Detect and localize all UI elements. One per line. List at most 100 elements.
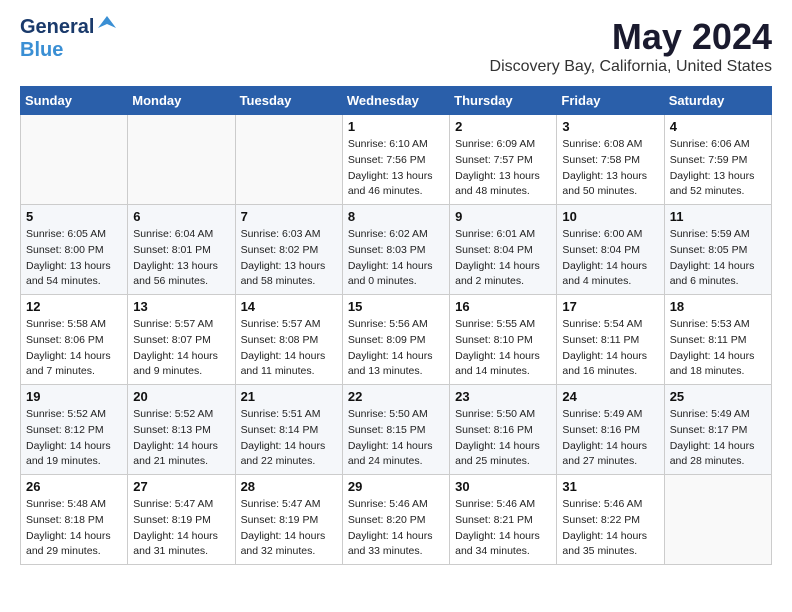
day-info: Sunrise: 5:53 AMSunset: 8:11 PMDaylight:… [670,317,766,380]
day-info: Sunrise: 6:05 AMSunset: 8:00 PMDaylight:… [26,227,122,290]
calendar-cell: 16 Sunrise: 5:55 AMSunset: 8:10 PMDayligh… [450,295,557,385]
calendar-cell: 22 Sunrise: 5:50 AMSunset: 8:15 PMDayligh… [342,385,449,475]
calendar-table: SundayMondayTuesdayWednesdayThursdayFrid… [20,86,772,565]
day-info: Sunrise: 5:55 AMSunset: 8:10 PMDaylight:… [455,317,551,380]
day-info: Sunrise: 5:50 AMSunset: 8:16 PMDaylight:… [455,407,551,470]
day-number: 3 [562,119,658,134]
day-number: 21 [241,389,337,404]
location-title: Discovery Bay, California, United States [490,58,772,76]
day-info: Sunrise: 6:10 AMSunset: 7:56 PMDaylight:… [348,137,444,200]
calendar-cell: 10Sunrise: 6:00 AMSunset: 8:04 PMDayligh… [557,205,664,295]
day-info: Sunrise: 6:03 AMSunset: 8:02 PMDaylight:… [241,227,337,290]
calendar-cell [21,115,128,205]
day-number: 1 [348,119,444,134]
day-info: Sunrise: 5:47 AMSunset: 8:19 PMDaylight:… [133,497,229,560]
logo-bird-icon [96,14,118,36]
weekday-header-row: SundayMondayTuesdayWednesdayThursdayFrid… [21,87,772,115]
day-info: Sunrise: 5:59 AMSunset: 8:05 PMDaylight:… [670,227,766,290]
weekday-header-wednesday: Wednesday [342,87,449,115]
day-number: 20 [133,389,229,404]
calendar-cell [664,475,771,565]
calendar-cell: 17Sunrise: 5:54 AMSunset: 8:11 PMDayligh… [557,295,664,385]
day-info: Sunrise: 5:48 AMSunset: 8:18 PMDaylight:… [26,497,122,560]
calendar-body: 1 Sunrise: 6:10 AMSunset: 7:56 PMDaylight… [21,115,772,565]
week-row-2: 5 Sunrise: 6:05 AMSunset: 8:00 PMDaylight… [21,205,772,295]
day-info: Sunrise: 5:57 AMSunset: 8:07 PMDaylight:… [133,317,229,380]
weekday-header-sunday: Sunday [21,87,128,115]
day-number: 31 [562,479,658,494]
day-info: Sunrise: 6:01 AMSunset: 8:04 PMDaylight:… [455,227,551,290]
day-number: 6 [133,209,229,224]
day-number: 5 [26,209,122,224]
day-number: 14 [241,299,337,314]
calendar-cell: 27 Sunrise: 5:47 AMSunset: 8:19 PMDayligh… [128,475,235,565]
calendar-cell: 14 Sunrise: 5:57 AMSunset: 8:08 PMDayligh… [235,295,342,385]
day-number: 16 [455,299,551,314]
day-number: 22 [348,389,444,404]
day-info: Sunrise: 5:54 AMSunset: 8:11 PMDaylight:… [562,317,658,380]
day-info: Sunrise: 5:46 AMSunset: 8:22 PMDaylight:… [562,497,658,560]
day-number: 8 [348,209,444,224]
day-info: Sunrise: 5:52 AMSunset: 8:13 PMDaylight:… [133,407,229,470]
calendar-cell: 26 Sunrise: 5:48 AMSunset: 8:18 PMDayligh… [21,475,128,565]
calendar-cell [235,115,342,205]
calendar-cell: 15 Sunrise: 5:56 AMSunset: 8:09 PMDayligh… [342,295,449,385]
calendar-cell: 25 Sunrise: 5:49 AMSunset: 8:17 PMDayligh… [664,385,771,475]
calendar-cell: 11Sunrise: 5:59 AMSunset: 8:05 PMDayligh… [664,205,771,295]
day-info: Sunrise: 6:04 AMSunset: 8:01 PMDaylight:… [133,227,229,290]
day-number: 30 [455,479,551,494]
day-number: 13 [133,299,229,314]
calendar-cell: 23 Sunrise: 5:50 AMSunset: 8:16 PMDayligh… [450,385,557,475]
day-info: Sunrise: 6:09 AMSunset: 7:57 PMDaylight:… [455,137,551,200]
calendar-cell: 24 Sunrise: 5:49 AMSunset: 8:16 PMDayligh… [557,385,664,475]
calendar-cell: 21Sunrise: 5:51 AMSunset: 8:14 PMDayligh… [235,385,342,475]
calendar-cell [128,115,235,205]
day-info: Sunrise: 5:46 AMSunset: 8:20 PMDaylight:… [348,497,444,560]
day-info: Sunrise: 5:50 AMSunset: 8:15 PMDaylight:… [348,407,444,470]
day-number: 28 [241,479,337,494]
day-number: 2 [455,119,551,134]
day-info: Sunrise: 6:02 AMSunset: 8:03 PMDaylight:… [348,227,444,290]
week-row-5: 26 Sunrise: 5:48 AMSunset: 8:18 PMDayligh… [21,475,772,565]
day-number: 9 [455,209,551,224]
weekday-header-monday: Monday [128,87,235,115]
calendar-cell: 13 Sunrise: 5:57 AMSunset: 8:07 PMDayligh… [128,295,235,385]
day-number: 12 [26,299,122,314]
day-info: Sunrise: 5:56 AMSunset: 8:09 PMDaylight:… [348,317,444,380]
day-info: Sunrise: 5:52 AMSunset: 8:12 PMDaylight:… [26,407,122,470]
day-info: Sunrise: 5:49 AMSunset: 8:17 PMDaylight:… [670,407,766,470]
weekday-header-tuesday: Tuesday [235,87,342,115]
day-number: 18 [670,299,766,314]
weekday-header-friday: Friday [557,87,664,115]
day-number: 27 [133,479,229,494]
week-row-3: 12 Sunrise: 5:58 AMSunset: 8:06 PMDayligh… [21,295,772,385]
day-info: Sunrise: 5:47 AMSunset: 8:19 PMDaylight:… [241,497,337,560]
calendar-cell: 9 Sunrise: 6:01 AMSunset: 8:04 PMDaylight… [450,205,557,295]
day-info: Sunrise: 5:58 AMSunset: 8:06 PMDaylight:… [26,317,122,380]
calendar-cell: 20 Sunrise: 5:52 AMSunset: 8:13 PMDayligh… [128,385,235,475]
day-number: 25 [670,389,766,404]
day-info: Sunrise: 6:08 AMSunset: 7:58 PMDaylight:… [562,137,658,200]
calendar-cell: 19 Sunrise: 5:52 AMSunset: 8:12 PMDayligh… [21,385,128,475]
day-info: Sunrise: 5:46 AMSunset: 8:21 PMDaylight:… [455,497,551,560]
week-row-4: 19 Sunrise: 5:52 AMSunset: 8:12 PMDayligh… [21,385,772,475]
weekday-header-saturday: Saturday [664,87,771,115]
calendar-cell: 2 Sunrise: 6:09 AMSunset: 7:57 PMDaylight… [450,115,557,205]
day-info: Sunrise: 5:57 AMSunset: 8:08 PMDaylight:… [241,317,337,380]
week-row-1: 1 Sunrise: 6:10 AMSunset: 7:56 PMDaylight… [21,115,772,205]
day-number: 29 [348,479,444,494]
day-info: Sunrise: 5:49 AMSunset: 8:16 PMDaylight:… [562,407,658,470]
day-number: 24 [562,389,658,404]
calendar-cell: 4Sunrise: 6:06 AMSunset: 7:59 PMDaylight… [664,115,771,205]
day-info: Sunrise: 6:06 AMSunset: 7:59 PMDaylight:… [670,137,766,200]
calendar-cell: 6 Sunrise: 6:04 AMSunset: 8:01 PMDaylight… [128,205,235,295]
calendar-cell: 8 Sunrise: 6:02 AMSunset: 8:03 PMDaylight… [342,205,449,295]
day-number: 26 [26,479,122,494]
day-number: 19 [26,389,122,404]
day-number: 7 [241,209,337,224]
logo-general: General [20,16,94,39]
day-number: 15 [348,299,444,314]
calendar-cell: 28 Sunrise: 5:47 AMSunset: 8:19 PMDayligh… [235,475,342,565]
calendar-cell: 31 Sunrise: 5:46 AMSunset: 8:22 PMDayligh… [557,475,664,565]
day-number: 23 [455,389,551,404]
